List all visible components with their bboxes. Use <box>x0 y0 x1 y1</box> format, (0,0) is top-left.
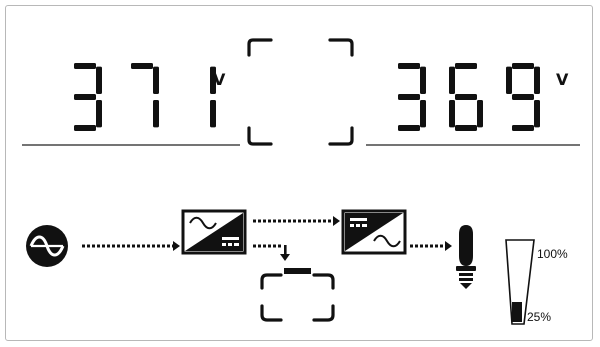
digit-segment-b <box>534 66 540 94</box>
flow-dot <box>278 244 281 248</box>
digit-segment-a <box>74 63 96 69</box>
flow-dot <box>263 219 266 223</box>
battery-level-fill <box>512 302 522 322</box>
digit-segment-a <box>455 63 477 69</box>
flow-dot <box>253 244 256 248</box>
flow-dot <box>323 219 326 223</box>
flow-dot <box>435 244 438 248</box>
battery-level-min-label: 25% <box>527 310 552 324</box>
flow-dot <box>102 244 105 248</box>
digit-segment-g <box>455 94 477 100</box>
digit-segment-a <box>131 63 153 69</box>
seven-segment-digit <box>74 63 102 131</box>
digit-segment-g <box>74 94 96 100</box>
digit-segment-b <box>153 66 159 94</box>
flow-dot <box>87 244 90 248</box>
flow-dot <box>273 219 276 223</box>
flow-dot <box>268 219 271 223</box>
flow-dot <box>107 244 110 248</box>
flow-dot <box>410 244 413 248</box>
flow-dot <box>293 219 296 223</box>
flow-dot <box>288 219 291 223</box>
flow-dot <box>147 244 150 248</box>
light-bulb-icon <box>456 225 476 289</box>
flow-dot <box>142 244 145 248</box>
digit-segment-f <box>449 66 455 94</box>
flow-dot <box>308 219 311 223</box>
digit-segment-e <box>449 100 455 128</box>
flow-arrow-head <box>445 241 452 251</box>
seven-segment-digit <box>506 63 540 131</box>
flow-arrow-head <box>173 241 180 251</box>
digit-segment-a <box>512 63 534 69</box>
seven-segment-digit <box>449 63 483 131</box>
flow-dot <box>127 244 130 248</box>
flow-dot <box>425 244 428 248</box>
input-voltage-readout <box>74 63 216 131</box>
flow-dot <box>278 219 281 223</box>
flow-dot <box>137 244 140 248</box>
digit-segment-c <box>534 100 540 128</box>
digit-segment-c <box>96 100 102 128</box>
digit-segment-d <box>455 125 477 131</box>
flow-dot <box>132 244 135 248</box>
flow-dot <box>263 244 266 248</box>
flow-dot <box>122 244 125 248</box>
flow-dot <box>97 244 100 248</box>
digit-segment-b <box>420 66 426 94</box>
flow-branch-line <box>284 245 287 255</box>
flow-arrow-head <box>333 216 340 226</box>
battery-level-max-label: 100% <box>537 247 568 261</box>
digit-segment-f <box>506 66 512 94</box>
digit-segment-b <box>96 66 102 94</box>
flow-dot <box>298 219 301 223</box>
flow-dot <box>112 244 115 248</box>
seven-segment-digit <box>398 63 426 131</box>
center-bracket <box>247 38 354 146</box>
digit-segment-g <box>398 94 420 100</box>
ups-lcd-panel: V V 100% 25% <box>0 0 600 347</box>
digit-segment-c <box>477 100 483 128</box>
battery-icon <box>260 268 335 322</box>
flow-dot <box>430 244 433 248</box>
ac-to-dc-icon <box>181 209 247 255</box>
digit-segment-g <box>512 94 534 100</box>
flow-dot <box>253 219 256 223</box>
flow-dot <box>268 244 271 248</box>
flow-dot <box>82 244 85 248</box>
digit-segment-a <box>398 63 420 69</box>
flow-dot <box>258 244 261 248</box>
flow-dot <box>162 244 165 248</box>
flow-dot <box>328 219 331 223</box>
flow-dot <box>258 219 261 223</box>
flow-dot <box>313 219 316 223</box>
digit-segment-c <box>420 100 426 128</box>
digit-segment-c <box>153 100 159 128</box>
flow-dot <box>167 244 170 248</box>
digit-segment-c <box>210 100 216 128</box>
flow-dot <box>273 244 276 248</box>
output-voltage-unit: V <box>556 70 569 89</box>
flow-dot <box>415 244 418 248</box>
sine-wave-icon <box>26 225 68 267</box>
flow-dot <box>283 219 286 223</box>
flow-dot <box>117 244 120 248</box>
digit-segment-d <box>398 125 420 131</box>
digit-segment-d <box>74 125 96 131</box>
digit-segment-d <box>512 125 534 131</box>
flow-dot <box>420 244 423 248</box>
dc-to-ac-icon <box>341 209 407 255</box>
flow-dot <box>303 219 306 223</box>
lcd-graphics <box>22 38 580 325</box>
flow-dot <box>92 244 95 248</box>
flow-dot <box>318 219 321 223</box>
flow-dot <box>152 244 155 248</box>
flow-dot <box>440 244 443 248</box>
flow-dot <box>157 244 160 248</box>
seven-segment-digit <box>131 63 159 128</box>
input-voltage-unit: V <box>213 70 226 89</box>
output-voltage-readout <box>398 63 540 131</box>
flow-arrow-head <box>280 254 290 261</box>
